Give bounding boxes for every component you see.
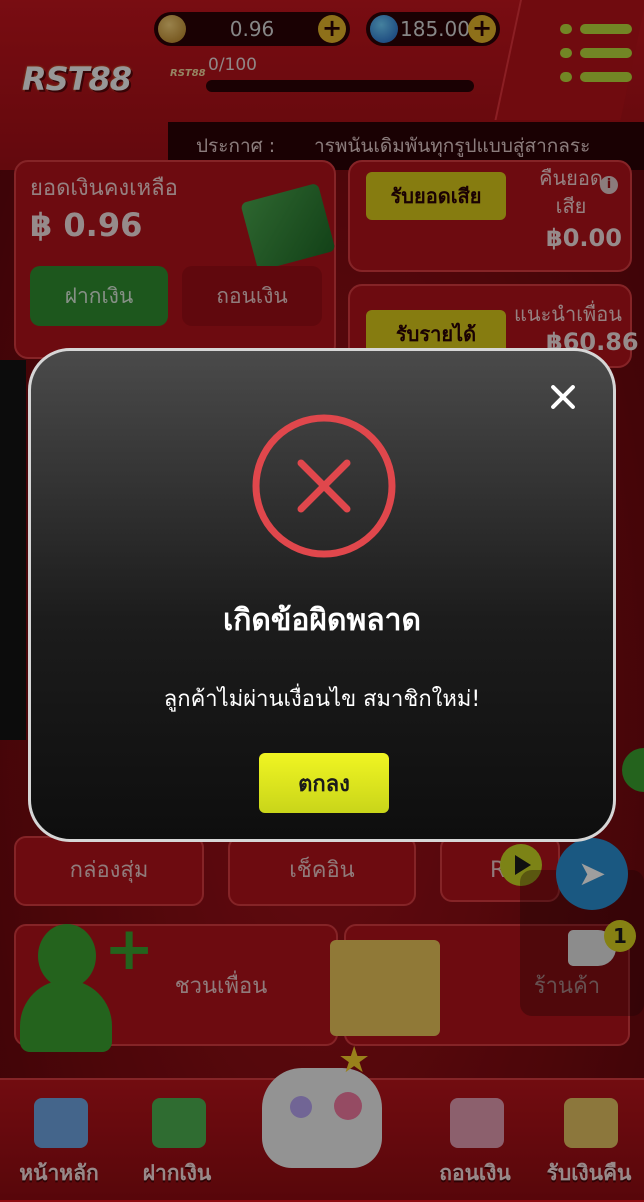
ok-button[interactable]: ตกลง — [259, 753, 389, 813]
error-icon — [252, 414, 396, 558]
close-icon[interactable] — [545, 379, 581, 415]
dialog-message: ลูกค้าไม่ผ่านเงื่อนไข สมาชิกใหม่! — [163, 687, 481, 712]
dialog-title: เกิดข้อผิดพลาด — [223, 603, 421, 638]
error-dialog: เกิดข้อผิดพลาด ลูกค้าไม่ผ่านเงื่อนไข สมา… — [28, 348, 616, 842]
